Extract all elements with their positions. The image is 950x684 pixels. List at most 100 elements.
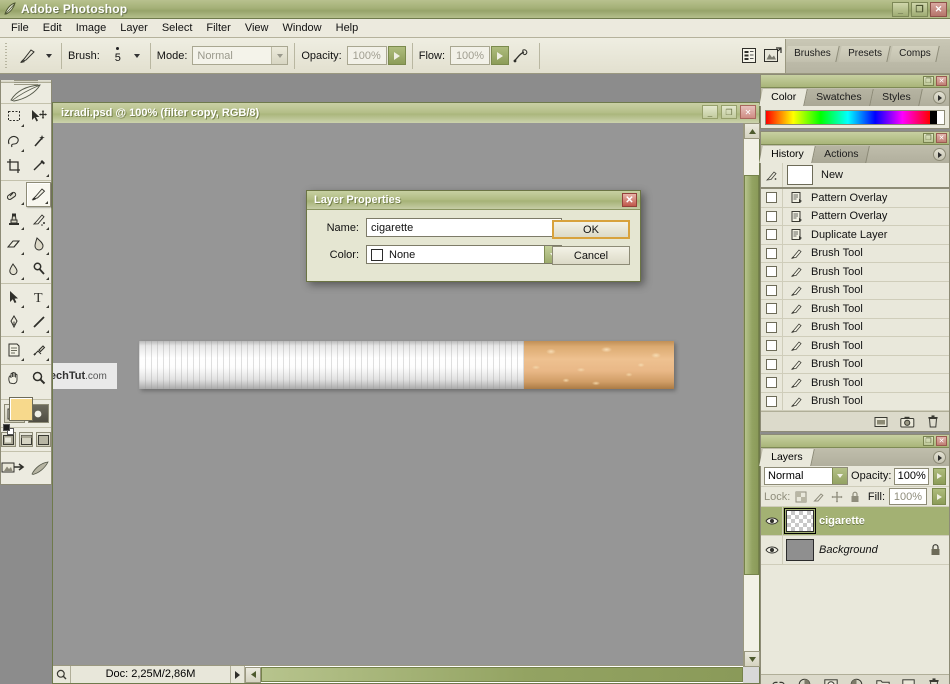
menu-file[interactable]: File <box>4 20 36 36</box>
brush-size-preview[interactable]: 5 <box>105 47 131 64</box>
brush-size-caret[interactable] <box>131 47 144 65</box>
path-selection-icon[interactable] <box>1 285 26 310</box>
color-spectrum-ramp[interactable] <box>765 110 945 125</box>
layer-row-background[interactable]: Background <box>761 536 949 565</box>
layers-panel-menu-icon[interactable] <box>933 451 946 464</box>
pen-icon[interactable] <box>1 310 26 335</box>
layer-visibility-toggle[interactable] <box>761 507 783 535</box>
history-row[interactable]: Brush Tool <box>761 355 949 374</box>
move-icon[interactable] <box>26 104 51 129</box>
scroll-up-button[interactable] <box>744 123 760 139</box>
layer-name-input[interactable]: cigarette <box>366 218 562 237</box>
history-source-cell[interactable] <box>761 263 783 281</box>
default-colors-icon[interactable] <box>3 423 15 436</box>
vertical-scroll-thumb[interactable] <box>744 175 759 575</box>
history-source-cell[interactable] <box>761 189 783 207</box>
color-panel-titlebar[interactable]: ❐ ✕ <box>761 75 949 88</box>
clone-stamp-icon[interactable] <box>1 207 26 232</box>
magic-wand-icon[interactable] <box>26 129 51 154</box>
dialog-close-button[interactable]: ✕ <box>622 193 637 207</box>
brushes-palette-icon[interactable] <box>737 44 761 68</box>
options-bar-grip[interactable] <box>2 42 11 69</box>
slice-icon[interactable] <box>26 154 51 179</box>
history-row[interactable]: Brush Tool <box>761 337 949 356</box>
history-panel-menu-icon[interactable] <box>933 148 946 161</box>
layer-visibility-toggle[interactable] <box>761 536 783 564</box>
tab-styles[interactable]: Styles <box>869 89 923 106</box>
delete-state-icon[interactable] <box>925 414 941 429</box>
canvas-vertical-scrollbar[interactable] <box>743 123 760 667</box>
hand-icon[interactable] <box>1 366 26 391</box>
layer-blend-mode-select[interactable]: Normal <box>764 467 849 485</box>
color-panel-close-button[interactable]: ✕ <box>936 76 947 86</box>
history-panel-minimize-button[interactable]: ❐ <box>923 133 934 143</box>
tab-swatches[interactable]: Swatches <box>804 89 874 106</box>
history-source-cell[interactable] <box>761 355 783 373</box>
history-snapshot-row[interactable]: New <box>761 163 949 189</box>
tab-color[interactable]: Color <box>759 89 808 106</box>
cancel-button[interactable]: Cancel <box>552 246 630 265</box>
menu-view[interactable]: View <box>238 20 276 36</box>
layer-opacity-slider-button[interactable] <box>933 467 946 485</box>
history-source-cell[interactable] <box>761 392 783 410</box>
healing-brush-icon[interactable] <box>1 182 26 207</box>
history-source-cell[interactable] <box>761 163 783 187</box>
eraser-icon[interactable] <box>1 232 26 257</box>
opacity-slider-button[interactable] <box>387 46 406 65</box>
flow-slider-button[interactable] <box>491 46 510 65</box>
ok-button[interactable]: OK <box>552 220 630 239</box>
crop-icon[interactable] <box>1 154 26 179</box>
layer-mask-icon[interactable] <box>824 677 838 684</box>
history-source-cell[interactable] <box>761 374 783 392</box>
full-screen-menubar-icon[interactable] <box>18 432 34 447</box>
history-row[interactable]: Brush Tool <box>761 392 949 411</box>
close-button[interactable]: ✕ <box>930 2 947 17</box>
layer-opacity-input[interactable]: 100% <box>894 467 930 485</box>
history-source-cell[interactable] <box>761 281 783 299</box>
document-close-button[interactable]: ✕ <box>740 105 756 119</box>
foreground-color-swatch[interactable] <box>9 396 33 421</box>
layer-style-icon[interactable] <box>798 677 812 684</box>
layers-panel-minimize-button[interactable]: ❐ <box>923 436 934 446</box>
history-row[interactable]: Duplicate Layer <box>761 226 949 245</box>
history-panel-close-button[interactable]: ✕ <box>936 133 947 143</box>
layer-fill-slider-button[interactable] <box>932 488 946 505</box>
dodge-icon[interactable] <box>26 257 51 282</box>
history-source-cell[interactable] <box>761 300 783 318</box>
zoom-icon[interactable] <box>26 366 51 391</box>
lock-all-icon[interactable] <box>848 490 862 504</box>
layer-fill-input[interactable]: 100% <box>889 488 927 505</box>
type-icon[interactable]: T <box>26 285 51 310</box>
lock-image-icon[interactable] <box>812 490 826 504</box>
history-row[interactable]: Brush Tool <box>761 244 949 263</box>
history-row[interactable]: Pattern Overlay <box>761 207 949 226</box>
lock-transparency-icon[interactable] <box>794 490 808 504</box>
airbrush-icon[interactable] <box>509 44 533 68</box>
dialog-titlebar[interactable]: Layer Properties ✕ <box>307 191 640 210</box>
layer-row-cigarette[interactable]: cigarette <box>761 507 949 536</box>
document-maximize-button[interactable]: ❐ <box>721 105 737 119</box>
palette-well-tab-brushes[interactable]: Brushes <box>786 45 840 62</box>
blend-mode-select[interactable]: Normal <box>192 46 289 65</box>
horizontal-scroll-thumb[interactable] <box>261 667 743 682</box>
menu-image[interactable]: Image <box>69 20 114 36</box>
create-document-from-state-icon[interactable] <box>873 414 889 429</box>
flow-input[interactable]: 100% <box>450 46 491 65</box>
menu-edit[interactable]: Edit <box>36 20 69 36</box>
full-screen-icon[interactable] <box>36 432 52 447</box>
menu-window[interactable]: Window <box>276 20 329 36</box>
history-source-cell[interactable] <box>761 318 783 336</box>
new-layer-icon[interactable] <box>902 677 916 684</box>
history-source-cell[interactable] <box>761 337 783 355</box>
palette-well-tab-comps[interactable]: Comps <box>888 45 939 62</box>
eyedropper-icon[interactable] <box>26 338 51 363</box>
history-row[interactable]: Brush Tool <box>761 263 949 282</box>
adjustment-layer-icon[interactable] <box>850 677 864 684</box>
document-minimize-button[interactable]: _ <box>702 105 718 119</box>
history-row[interactable]: Brush Tool <box>761 281 949 300</box>
scroll-left-button[interactable] <box>245 666 261 683</box>
color-panel-minimize-button[interactable]: ❐ <box>923 76 934 86</box>
menu-layer[interactable]: Layer <box>113 20 155 36</box>
history-source-cell[interactable] <box>761 244 783 262</box>
history-panel-titlebar[interactable]: ❐ ✕ <box>761 132 949 145</box>
